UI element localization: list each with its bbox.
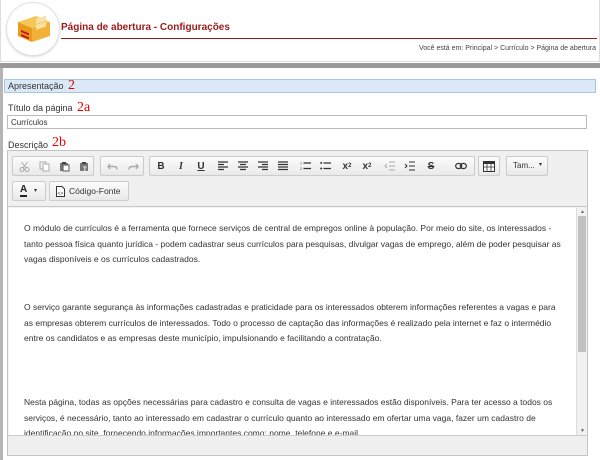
italic-icon[interactable]: I: [171, 157, 191, 175]
source-code-button[interactable]: <> Código-Fonte: [49, 181, 129, 201]
align-right-icon[interactable]: [253, 157, 273, 175]
annotation-marker-2a: 2a: [77, 100, 91, 115]
annotation-marker-2: 2: [68, 78, 75, 93]
superscript-icon[interactable]: x2: [357, 157, 377, 175]
underline-icon[interactable]: U: [191, 157, 211, 175]
paste-icon[interactable]: [54, 157, 74, 175]
scroll-up-icon[interactable]: ▲: [577, 208, 588, 216]
paste-text-icon[interactable]: T: [74, 157, 94, 175]
history-group: [100, 156, 144, 176]
page-header: Página de abertura - Configurações Você …: [0, 0, 600, 62]
text-color-button[interactable]: A ▾: [12, 181, 46, 201]
scroll-down-icon[interactable]: ▼: [577, 427, 588, 435]
table-icon[interactable]: [479, 157, 499, 175]
svg-text:T: T: [83, 167, 87, 172]
title-field-label: Título da página: [8, 103, 73, 113]
annotation-marker-2b: 2b: [52, 135, 66, 150]
page-title-input[interactable]: [7, 115, 587, 129]
editor-toolbar: T B I U 1 2 x 2 x 2 S Tam... ▾ A ▾ <> Có…: [8, 151, 587, 207]
bold-icon[interactable]: B: [151, 157, 171, 175]
content-paragraph: Nesta página, todas as opções necessária…: [24, 397, 553, 435]
content-paragraph: O serviço garante segurança às informaçõ…: [24, 302, 556, 343]
chevron-down-icon: ▾: [539, 162, 543, 168]
svg-text:<>: <>: [58, 191, 64, 197]
subscript-icon[interactable]: x2: [337, 157, 357, 175]
text-color-icon: A: [20, 184, 28, 197]
title-underline: [61, 38, 597, 39]
link-icon[interactable]: [451, 157, 471, 175]
copy-icon[interactable]: [34, 157, 54, 175]
rich-text-editor: T B I U 1 2 x 2 x 2 S Tam... ▾ A ▾ <> Có…: [7, 150, 588, 456]
editor-content-area[interactable]: O módulo de currículos é a ferramenta qu…: [9, 208, 576, 435]
format-group: B I U 12 x2 x2 S: [149, 156, 475, 176]
font-size-select[interactable]: Tam... ▾: [506, 156, 548, 176]
chevron-down-icon: ▾: [34, 188, 38, 194]
strikethrough-icon[interactable]: S: [421, 157, 441, 175]
scroll-thumb[interactable]: [578, 216, 586, 352]
source-code-label: Código-Fonte: [69, 186, 121, 196]
editor-statusbar: [8, 435, 587, 455]
cut-icon[interactable]: [14, 157, 34, 175]
indent-icon[interactable]: [399, 157, 419, 175]
section-header-apresentacao[interactable]: Apresentação: [4, 79, 596, 93]
numbered-list-icon[interactable]: 12: [295, 157, 315, 175]
outdent-icon[interactable]: [379, 157, 399, 175]
left-border: [0, 68, 3, 460]
description-field-label: Descrição: [8, 140, 49, 150]
breadcrumb: Você está em: Principal > Currículo > Pá…: [418, 45, 596, 52]
svg-text:2: 2: [300, 167, 302, 171]
align-justify-icon[interactable]: [273, 157, 293, 175]
page-title: Página de abertura - Configurações: [61, 22, 230, 33]
content-paragraph: O módulo de currículos é a ferramenta qu…: [24, 223, 561, 264]
header-divider: [0, 63, 600, 68]
clipboard-group: T: [12, 156, 94, 176]
editor-scrollbar[interactable]: ▲ ▼: [576, 208, 587, 435]
section-label: Apresentação: [8, 81, 64, 91]
font-size-label: Tam...: [513, 161, 535, 170]
redo-icon[interactable]: [123, 157, 143, 175]
svg-text:1: 1: [300, 162, 302, 166]
align-center-icon[interactable]: [233, 157, 253, 175]
cabinet-logo-icon: [18, 15, 50, 42]
bulleted-list-icon[interactable]: [315, 157, 335, 175]
source-code-icon: <>: [56, 186, 65, 197]
undo-icon[interactable]: [102, 157, 122, 175]
table-group: [478, 156, 500, 176]
align-left-icon[interactable]: [213, 157, 233, 175]
